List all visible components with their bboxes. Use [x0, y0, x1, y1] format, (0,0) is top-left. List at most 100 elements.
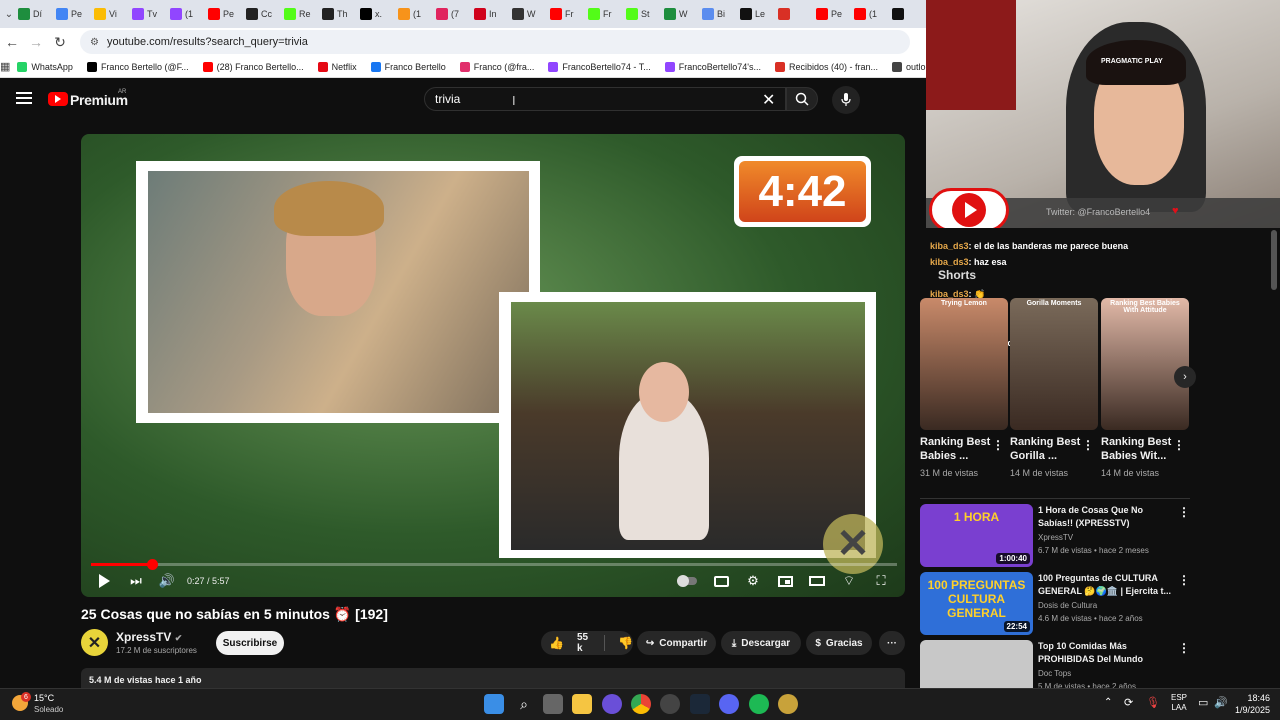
fullscreen-icon[interactable]: ⛶ [871, 572, 891, 590]
reload-icon[interactable]: ↻ [48, 30, 72, 54]
bookmark-item[interactable]: (28) Franco Bertello... [196, 61, 311, 72]
miniplayer-icon[interactable] [775, 572, 795, 590]
scrollbar[interactable] [1271, 230, 1277, 290]
progress-bar[interactable] [91, 563, 897, 566]
short-menu-icon[interactable]: ⋮ [1173, 438, 1185, 452]
browser-tab[interactable]: Cc [242, 3, 280, 25]
network-icon[interactable]: ▭ [1198, 696, 1208, 709]
volume-icon[interactable]: 🔊 [157, 572, 177, 590]
description-box[interactable]: 5.4 M de vistas hace 1 año [81, 668, 905, 690]
next-icon[interactable]: ⏭ [126, 572, 146, 590]
recommended-menu-icon[interactable]: ⋮ [1178, 641, 1190, 655]
browser-tab[interactable]: Pe [204, 3, 242, 25]
like-icon[interactable]: 👍 [549, 636, 564, 650]
language-indicator[interactable]: ESP LAA [1171, 693, 1187, 713]
chrome-icon[interactable] [631, 694, 651, 714]
browser-tab[interactable]: Re [280, 3, 318, 25]
obs-icon[interactable] [660, 694, 680, 714]
browser-tab[interactable]: (7 [432, 3, 470, 25]
short-menu-icon[interactable]: ⋮ [1082, 438, 1094, 452]
browser-tab[interactable]: Fr [584, 3, 622, 25]
system-clock[interactable]: 18:46 1/9/2025 [1235, 692, 1270, 716]
browser-tab[interactable]: (1 [166, 3, 204, 25]
bookmark-item[interactable]: FrancoBertello74's... [658, 61, 768, 72]
bookmark-item[interactable]: Franco (@fra... [453, 61, 542, 72]
subscribe-button[interactable]: Suscribirse [216, 631, 284, 655]
short-title[interactable]: Ranking Best Babies Wit... [1101, 435, 1181, 463]
browser-tab[interactable] [888, 3, 926, 25]
bookmark-item[interactable]: Netflix [311, 61, 364, 72]
browser-tab[interactable]: (1 [394, 3, 432, 25]
browser-tab[interactable]: W [508, 3, 546, 25]
tray-mic-icon[interactable]: 🎙 [1146, 696, 1160, 709]
task-view-icon[interactable] [543, 694, 563, 714]
site-info-icon[interactable]: ⚙ [90, 37, 99, 48]
taskbar-search-icon[interactable]: ⌕ [514, 694, 534, 714]
thanks-button[interactable]: $ Gracias [806, 631, 872, 655]
recommended-channel[interactable]: XpressTV [1038, 532, 1073, 544]
browser-tab[interactable]: Th [318, 3, 356, 25]
bookmark-item[interactable]: FrancoBertello74 - T... [541, 61, 657, 72]
short-title[interactable]: Ranking Best Babies ... [920, 435, 1000, 463]
share-button[interactable]: ↪ Compartir [637, 631, 716, 655]
channel-name[interactable]: XpressTV ✔ [116, 630, 182, 644]
short-thumbnail[interactable]: Trying Lemon [920, 298, 1008, 430]
autoplay-toggle-icon[interactable] [676, 572, 698, 590]
bookmark-item[interactable]: Recibidos (40) - fran... [768, 61, 885, 72]
short-thumbnail[interactable]: Ranking Best Babies With Attitude [1101, 298, 1189, 430]
app-purple-icon[interactable] [602, 694, 622, 714]
voice-search-button[interactable] [832, 86, 860, 114]
channel-avatar[interactable]: ✕ [81, 629, 108, 656]
recommended-channel[interactable]: Doc Tops [1038, 668, 1071, 680]
recommended-title[interactable]: 100 Preguntas de CULTURA GENERAL 🤔🌍🏛️ | … [1038, 572, 1173, 598]
bookmark-item[interactable]: Franco Bertello [364, 61, 453, 72]
search-input[interactable]: trivia [424, 87, 786, 111]
browser-tab[interactable]: Pe [812, 3, 850, 25]
download-button[interactable]: ⤓ Descargar [721, 631, 801, 655]
recommended-title[interactable]: 1 Hora de Cosas Que No Sabías!! (XPRESST… [1038, 504, 1173, 530]
browser-tab[interactable]: (1 [850, 3, 888, 25]
browser-tab[interactable]: Tv [128, 3, 166, 25]
settings-icon[interactable]: ⚙ [743, 572, 763, 590]
address-bar[interactable]: ⚙ youtube.com/results?search_query=trivi… [80, 30, 910, 54]
browser-tab[interactable]: In [470, 3, 508, 25]
menu-icon[interactable] [16, 92, 32, 104]
shorts-next-icon[interactable]: › [1174, 366, 1196, 388]
browser-tab[interactable]: Bi [698, 3, 736, 25]
bookmark-item[interactable]: WhatsApp [10, 61, 80, 72]
spotify-icon[interactable] [749, 694, 769, 714]
youtube-logo-icon[interactable] [48, 92, 68, 106]
browser-tab[interactable]: x. [356, 3, 394, 25]
dislike-icon[interactable]: 👎 [618, 636, 633, 650]
browser-tab[interactable]: St [622, 3, 660, 25]
recommended-thumbnail[interactable]: 100 PREGUNTAS CULTURA GENERAL 22:54 [920, 572, 1033, 635]
recommended-menu-icon[interactable]: ⋮ [1178, 505, 1190, 519]
recommended-channel[interactable]: Dosis de Cultura [1038, 600, 1097, 612]
browser-tab[interactable] [774, 3, 812, 25]
back-icon[interactable]: ← [0, 30, 24, 54]
like-count[interactable]: 55 k [577, 632, 591, 654]
recommended-menu-icon[interactable]: ⋮ [1178, 573, 1190, 587]
bookmark-item[interactable]: Franco Bertello (@F... [80, 61, 196, 72]
forward-icon[interactable]: → [24, 30, 48, 54]
search-button[interactable] [786, 87, 818, 111]
cast-icon[interactable]: ⌔ [839, 572, 859, 590]
browser-tab[interactable]: Fr [546, 3, 584, 25]
app-gold-icon[interactable] [778, 694, 798, 714]
tray-chevron-icon[interactable]: ⌃ [1104, 697, 1112, 708]
start-icon[interactable] [484, 694, 504, 714]
play-icon[interactable] [94, 572, 114, 590]
browser-tab[interactable]: Pe [52, 3, 90, 25]
discord-icon[interactable] [719, 694, 739, 714]
theater-mode-icon[interactable] [807, 572, 827, 590]
short-title[interactable]: Ranking Best Gorilla ... [1010, 435, 1090, 463]
more-actions-button[interactable]: ··· [879, 631, 905, 655]
browser-tab[interactable]: Dí [14, 3, 52, 25]
tab-search-icon[interactable]: ⌄ [4, 2, 14, 26]
subtitles-icon[interactable] [711, 572, 731, 590]
browser-tab[interactable]: Le [736, 3, 774, 25]
recommended-title[interactable]: Top 10 Comidas Más PROHIBIDAS Del Mundo [1038, 640, 1173, 666]
file-explorer-icon[interactable] [572, 694, 592, 714]
steam-icon[interactable] [690, 694, 710, 714]
speaker-icon[interactable]: 🔊 [1214, 696, 1228, 709]
